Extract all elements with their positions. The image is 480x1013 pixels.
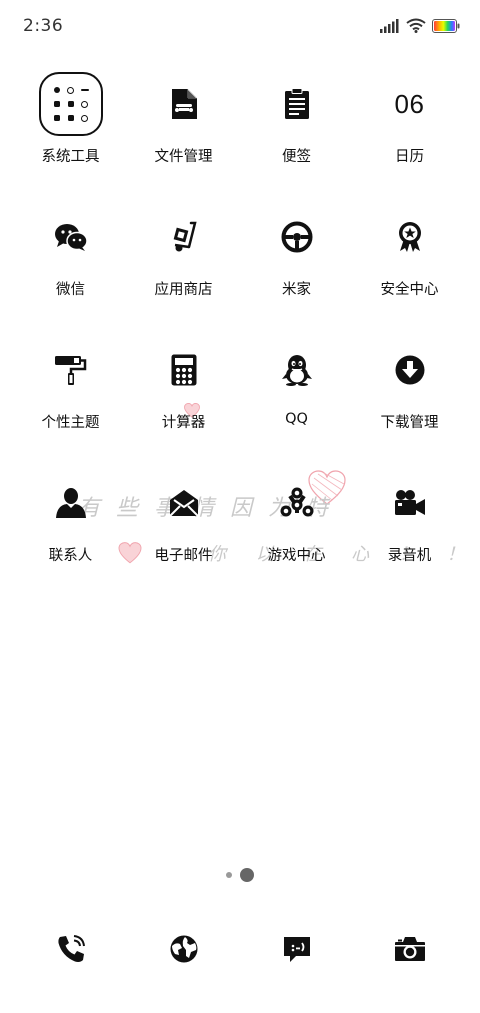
app-recorder[interactable]: 录音机 xyxy=(353,469,466,602)
dock-phone[interactable] xyxy=(14,917,127,981)
app-calculator[interactable]: 计算器 xyxy=(127,336,240,469)
app-row: 联系人 电子邮件 游戏中心 录音机 xyxy=(14,469,466,602)
steering-wheel-icon xyxy=(263,203,331,271)
phone-icon xyxy=(57,935,85,962)
app-label: 下载管理 xyxy=(380,415,439,431)
app-qq[interactable]: QQ xyxy=(240,336,353,469)
dock-browser[interactable] xyxy=(127,917,240,981)
calendar-icon: 06 xyxy=(376,70,444,138)
app-row: 系统工具 文件管理 便签 06 日历 xyxy=(14,70,466,203)
app-wechat[interactable]: 微信 xyxy=(14,203,127,336)
app-file-manager[interactable]: 文件管理 xyxy=(127,70,240,203)
calculator-icon xyxy=(150,336,218,404)
video-camera-icon xyxy=(376,469,444,537)
app-label: 安全中心 xyxy=(380,282,439,298)
app-downloads[interactable]: 下载管理 xyxy=(353,336,466,469)
app-email[interactable]: 电子邮件 xyxy=(127,469,240,602)
status-bar: 2:36 xyxy=(0,0,480,52)
app-label: 微信 xyxy=(56,282,85,298)
message-icon xyxy=(283,937,310,962)
app-folder-system-tools[interactable]: 系统工具 xyxy=(14,70,127,203)
app-notes[interactable]: 便签 xyxy=(240,70,353,203)
globe-icon xyxy=(170,935,197,963)
app-calendar[interactable]: 06 日历 xyxy=(353,70,466,203)
status-icons xyxy=(380,18,460,33)
page-dot-active[interactable] xyxy=(240,868,254,882)
app-game-center[interactable]: 游戏中心 xyxy=(240,469,353,602)
app-label: 电子邮件 xyxy=(154,548,213,564)
app-label: 应用商店 xyxy=(154,282,213,298)
app-label: 系统工具 xyxy=(41,149,100,165)
dock-messages[interactable] xyxy=(240,917,353,981)
camera-icon xyxy=(394,937,425,961)
app-label: QQ xyxy=(285,411,308,427)
app-security-center[interactable]: 安全中心 xyxy=(353,203,466,336)
penguin-icon xyxy=(263,336,331,404)
page-dot[interactable] xyxy=(226,872,232,878)
folder-icon xyxy=(37,70,105,138)
app-label: 联系人 xyxy=(48,548,93,564)
fidget-spinner-icon xyxy=(263,469,331,537)
signal-icon xyxy=(380,18,399,33)
app-label: 游戏中心 xyxy=(267,548,326,564)
app-label: 便签 xyxy=(282,149,311,165)
app-app-store[interactable]: 应用商店 xyxy=(127,203,240,336)
dock-camera[interactable] xyxy=(353,917,466,981)
app-row: 微信 应用商店 米家 安全中心 xyxy=(14,203,466,336)
badge-icon xyxy=(376,203,444,271)
download-icon xyxy=(376,336,444,404)
status-time: 2:36 xyxy=(23,16,64,36)
dock xyxy=(14,917,466,981)
envelope-icon xyxy=(150,469,218,537)
app-label: 文件管理 xyxy=(154,149,213,165)
wechat-icon xyxy=(37,203,105,271)
battery-icon xyxy=(432,18,460,33)
app-label: 计算器 xyxy=(161,415,206,431)
app-contacts[interactable]: 联系人 xyxy=(14,469,127,602)
app-mi-home[interactable]: 米家 xyxy=(240,203,353,336)
hand-truck-icon xyxy=(150,203,218,271)
wifi-icon xyxy=(406,18,426,33)
app-grid: 系统工具 文件管理 便签 06 日历 微信 应用商店 米家 安全中心 个性主题 … xyxy=(14,70,466,602)
app-themes[interactable]: 个性主题 xyxy=(14,336,127,469)
app-label: 日历 xyxy=(395,149,424,165)
calendar-date: 06 xyxy=(394,88,425,119)
paint-roller-icon xyxy=(37,336,105,404)
clipboard-icon xyxy=(263,70,331,138)
app-label: 录音机 xyxy=(387,548,432,564)
person-icon xyxy=(37,469,105,537)
app-row: 个性主题 计算器 QQ 下载管理 xyxy=(14,336,466,469)
page-indicator[interactable] xyxy=(0,868,480,882)
app-label: 个性主题 xyxy=(41,415,100,431)
file-icon xyxy=(150,70,218,138)
app-label: 米家 xyxy=(282,282,311,298)
